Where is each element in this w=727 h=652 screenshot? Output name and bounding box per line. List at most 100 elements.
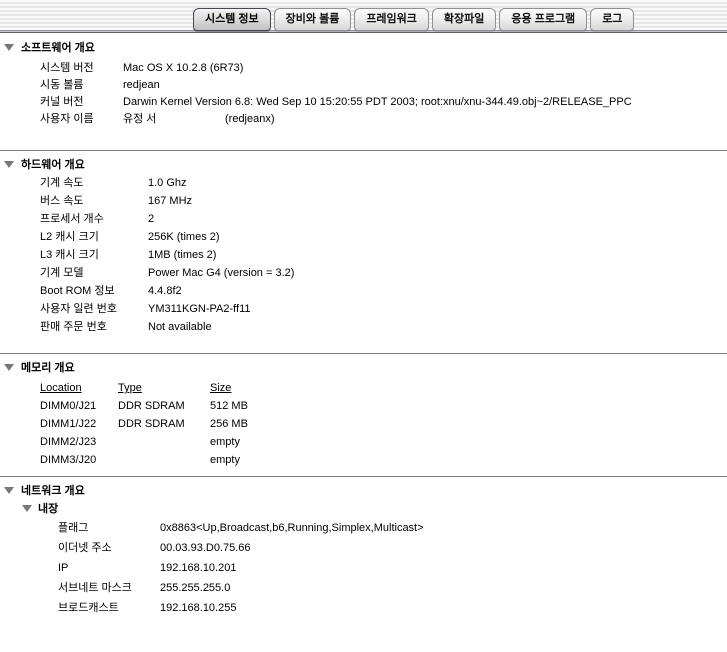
info-row-boot-rom: Boot ROM 정보 4.4.8f2 — [40, 282, 727, 300]
disclosure-triangle-icon[interactable] — [4, 487, 14, 494]
info-row-broadcast: 브로드캐스트 192.168.10.255 — [58, 598, 727, 618]
info-row-ip: IP 192.168.10.201 — [58, 558, 727, 578]
cell-location: DIMM0/J21 — [40, 397, 118, 415]
section-title: 네트워크 개요 — [21, 482, 85, 498]
disclosure-triangle-icon[interactable] — [4, 364, 14, 371]
info-row-machine-model: 기계 모델 Power Mac G4 (version = 3.2) — [40, 264, 727, 282]
table-row: DIMM3/J20 empty — [40, 451, 727, 469]
tab-applications[interactable]: 응용 프로그램 — [499, 8, 587, 31]
row-value: Power Mac G4 (version = 3.2) — [148, 264, 294, 282]
section-header-hardware: 하드웨어 개요 — [0, 157, 727, 171]
row-label: 브로드캐스트 — [58, 598, 160, 618]
row-value: 2 — [148, 210, 154, 228]
hardware-rows: 기계 속도 1.0 Ghz 버스 속도 167 MHz 프로세서 개수 2 L2… — [0, 174, 727, 336]
cell-size: 256 MB — [210, 415, 248, 433]
row-label: 판매 주문 번호 — [40, 318, 148, 336]
column-header-type: Type — [118, 379, 210, 397]
section-header-software: 소프트웨어 개요 — [0, 40, 727, 54]
subsection-title: 내장 — [38, 500, 58, 516]
cell-location: DIMM2/J23 — [40, 433, 118, 451]
network-rows: 플래그 0x8863<Up,Broadcast,b6,Running,Simpl… — [0, 518, 727, 618]
row-value: 4.4.8f2 — [148, 282, 182, 300]
row-label: 기계 속도 — [40, 174, 148, 192]
system-profiler-window: 시스템 정보 장비와 볼륨 프레임워크 확장파일 응용 프로그램 로그 소프트웨… — [0, 0, 727, 652]
row-label: 시스템 버전 — [40, 60, 123, 77]
section-title: 메모리 개요 — [21, 359, 75, 375]
row-label: 서브네트 마스크 — [58, 578, 160, 598]
row-value-secondary: (redjeanx) — [225, 111, 275, 128]
row-label: 사용자 이름 — [40, 111, 123, 128]
tab-strip: 시스템 정보 장비와 볼륨 프레임워크 확장파일 응용 프로그램 로그 — [193, 8, 634, 31]
report-content: 소프트웨어 개요 시스템 버전 Mac OS X 10.2.8 (6R73) 시… — [0, 40, 727, 618]
section-title: 소프트웨어 개요 — [21, 39, 95, 55]
tab-logs[interactable]: 로그 — [590, 8, 634, 31]
table-row: DIMM2/J23 empty — [40, 433, 727, 451]
tab-system-info[interactable]: 시스템 정보 — [193, 8, 271, 31]
info-row-ethernet-address: 이더넷 주소 00.03.93.D0.75.66 — [58, 538, 727, 558]
tab-devices-volumes[interactable]: 장비와 볼륨 — [274, 8, 352, 31]
cell-size: 512 MB — [210, 397, 248, 415]
table-row: DIMM0/J21 DDR SDRAM 512 MB — [40, 397, 727, 415]
row-label: 이더넷 주소 — [58, 538, 160, 558]
row-value: 255.255.255.0 — [160, 578, 230, 598]
row-value: 1MB (times 2) — [148, 246, 216, 264]
section-network: 네트워크 개요 내장 플래그 0x8863<Up,Broadcast,b6,Ru… — [0, 483, 727, 618]
info-row-machine-speed: 기계 속도 1.0 Ghz — [40, 174, 727, 192]
info-row-system-version: 시스템 버전 Mac OS X 10.2.8 (6R73) — [40, 60, 727, 77]
subsection-header-builtin: 내장 — [0, 501, 727, 515]
cell-location: DIMM3/J20 — [40, 451, 118, 469]
row-label: Boot ROM 정보 — [40, 282, 148, 300]
row-value: 192.168.10.255 — [160, 598, 236, 618]
row-value: 1.0 Ghz — [148, 174, 187, 192]
memory-table: Location Type Size DIMM0/J21 DDR SDRAM 5… — [0, 379, 727, 469]
row-value: 00.03.93.D0.75.66 — [160, 538, 251, 558]
section-header-memory: 메모리 개요 — [0, 360, 727, 374]
disclosure-triangle-icon[interactable] — [4, 44, 14, 51]
row-label: 기계 모델 — [40, 264, 148, 282]
row-label: 버스 속도 — [40, 192, 148, 210]
cell-type — [118, 451, 210, 469]
info-row-l2-cache: L2 캐시 크기 256K (times 2) — [40, 228, 727, 246]
row-value: redjean — [123, 77, 160, 94]
disclosure-triangle-icon[interactable] — [22, 505, 32, 512]
software-rows: 시스템 버전 Mac OS X 10.2.8 (6R73) 시동 볼륨 redj… — [0, 60, 727, 128]
tab-extensions[interactable]: 확장파일 — [432, 8, 496, 31]
cell-size: empty — [210, 433, 240, 451]
row-value: YM311KGN-PA2-ff11 — [148, 300, 251, 318]
tab-bar: 시스템 정보 장비와 볼륨 프레임워크 확장파일 응용 프로그램 로그 — [0, 0, 727, 30]
info-row-boot-volume: 시동 볼륨 redjean — [40, 77, 727, 94]
tab-frameworks[interactable]: 프레임워크 — [354, 8, 429, 31]
row-value: 0x8863<Up,Broadcast,b6,Running,Simplex,M… — [160, 518, 424, 538]
memory-table-header: Location Type Size — [40, 379, 727, 397]
info-row-bus-speed: 버스 속도 167 MHz — [40, 192, 727, 210]
row-label: 사용자 일련 번호 — [40, 300, 148, 318]
row-value: 167 MHz — [148, 192, 192, 210]
info-row-subnet-mask: 서브네트 마스크 255.255.255.0 — [58, 578, 727, 598]
section-software: 소프트웨어 개요 시스템 버전 Mac OS X 10.2.8 (6R73) 시… — [0, 40, 727, 128]
row-label: IP — [58, 558, 160, 578]
column-header-size: Size — [210, 379, 231, 397]
row-value: Mac OS X 10.2.8 (6R73) — [123, 60, 243, 77]
cell-type: DDR SDRAM — [118, 397, 210, 415]
cell-size: empty — [210, 451, 240, 469]
cell-type: DDR SDRAM — [118, 415, 210, 433]
info-row-serial-number: 사용자 일련 번호 YM311KGN-PA2-ff11 — [40, 300, 727, 318]
section-memory: 메모리 개요 Location Type Size DIMM0/J21 DDR … — [0, 360, 727, 469]
section-divider — [0, 150, 727, 151]
row-value: Not available — [148, 318, 212, 336]
cell-location: DIMM1/J22 — [40, 415, 118, 433]
section-divider — [0, 476, 727, 477]
row-value: 192.168.10.201 — [160, 558, 236, 578]
section-title: 하드웨어 개요 — [21, 156, 85, 172]
row-label: L2 캐시 크기 — [40, 228, 148, 246]
info-row-cpu-count: 프로세서 개수 2 — [40, 210, 727, 228]
disclosure-triangle-icon[interactable] — [4, 161, 14, 168]
row-label: 플래그 — [58, 518, 160, 538]
info-row-flags: 플래그 0x8863<Up,Broadcast,b6,Running,Simpl… — [58, 518, 727, 538]
section-divider — [0, 353, 727, 354]
row-label: L3 캐시 크기 — [40, 246, 148, 264]
section-hardware: 하드웨어 개요 기계 속도 1.0 Ghz 버스 속도 167 MHz 프로세서… — [0, 157, 727, 336]
row-label: 시동 볼륨 — [40, 77, 123, 94]
column-header-location: Location — [40, 379, 118, 397]
row-value: 256K (times 2) — [148, 228, 220, 246]
